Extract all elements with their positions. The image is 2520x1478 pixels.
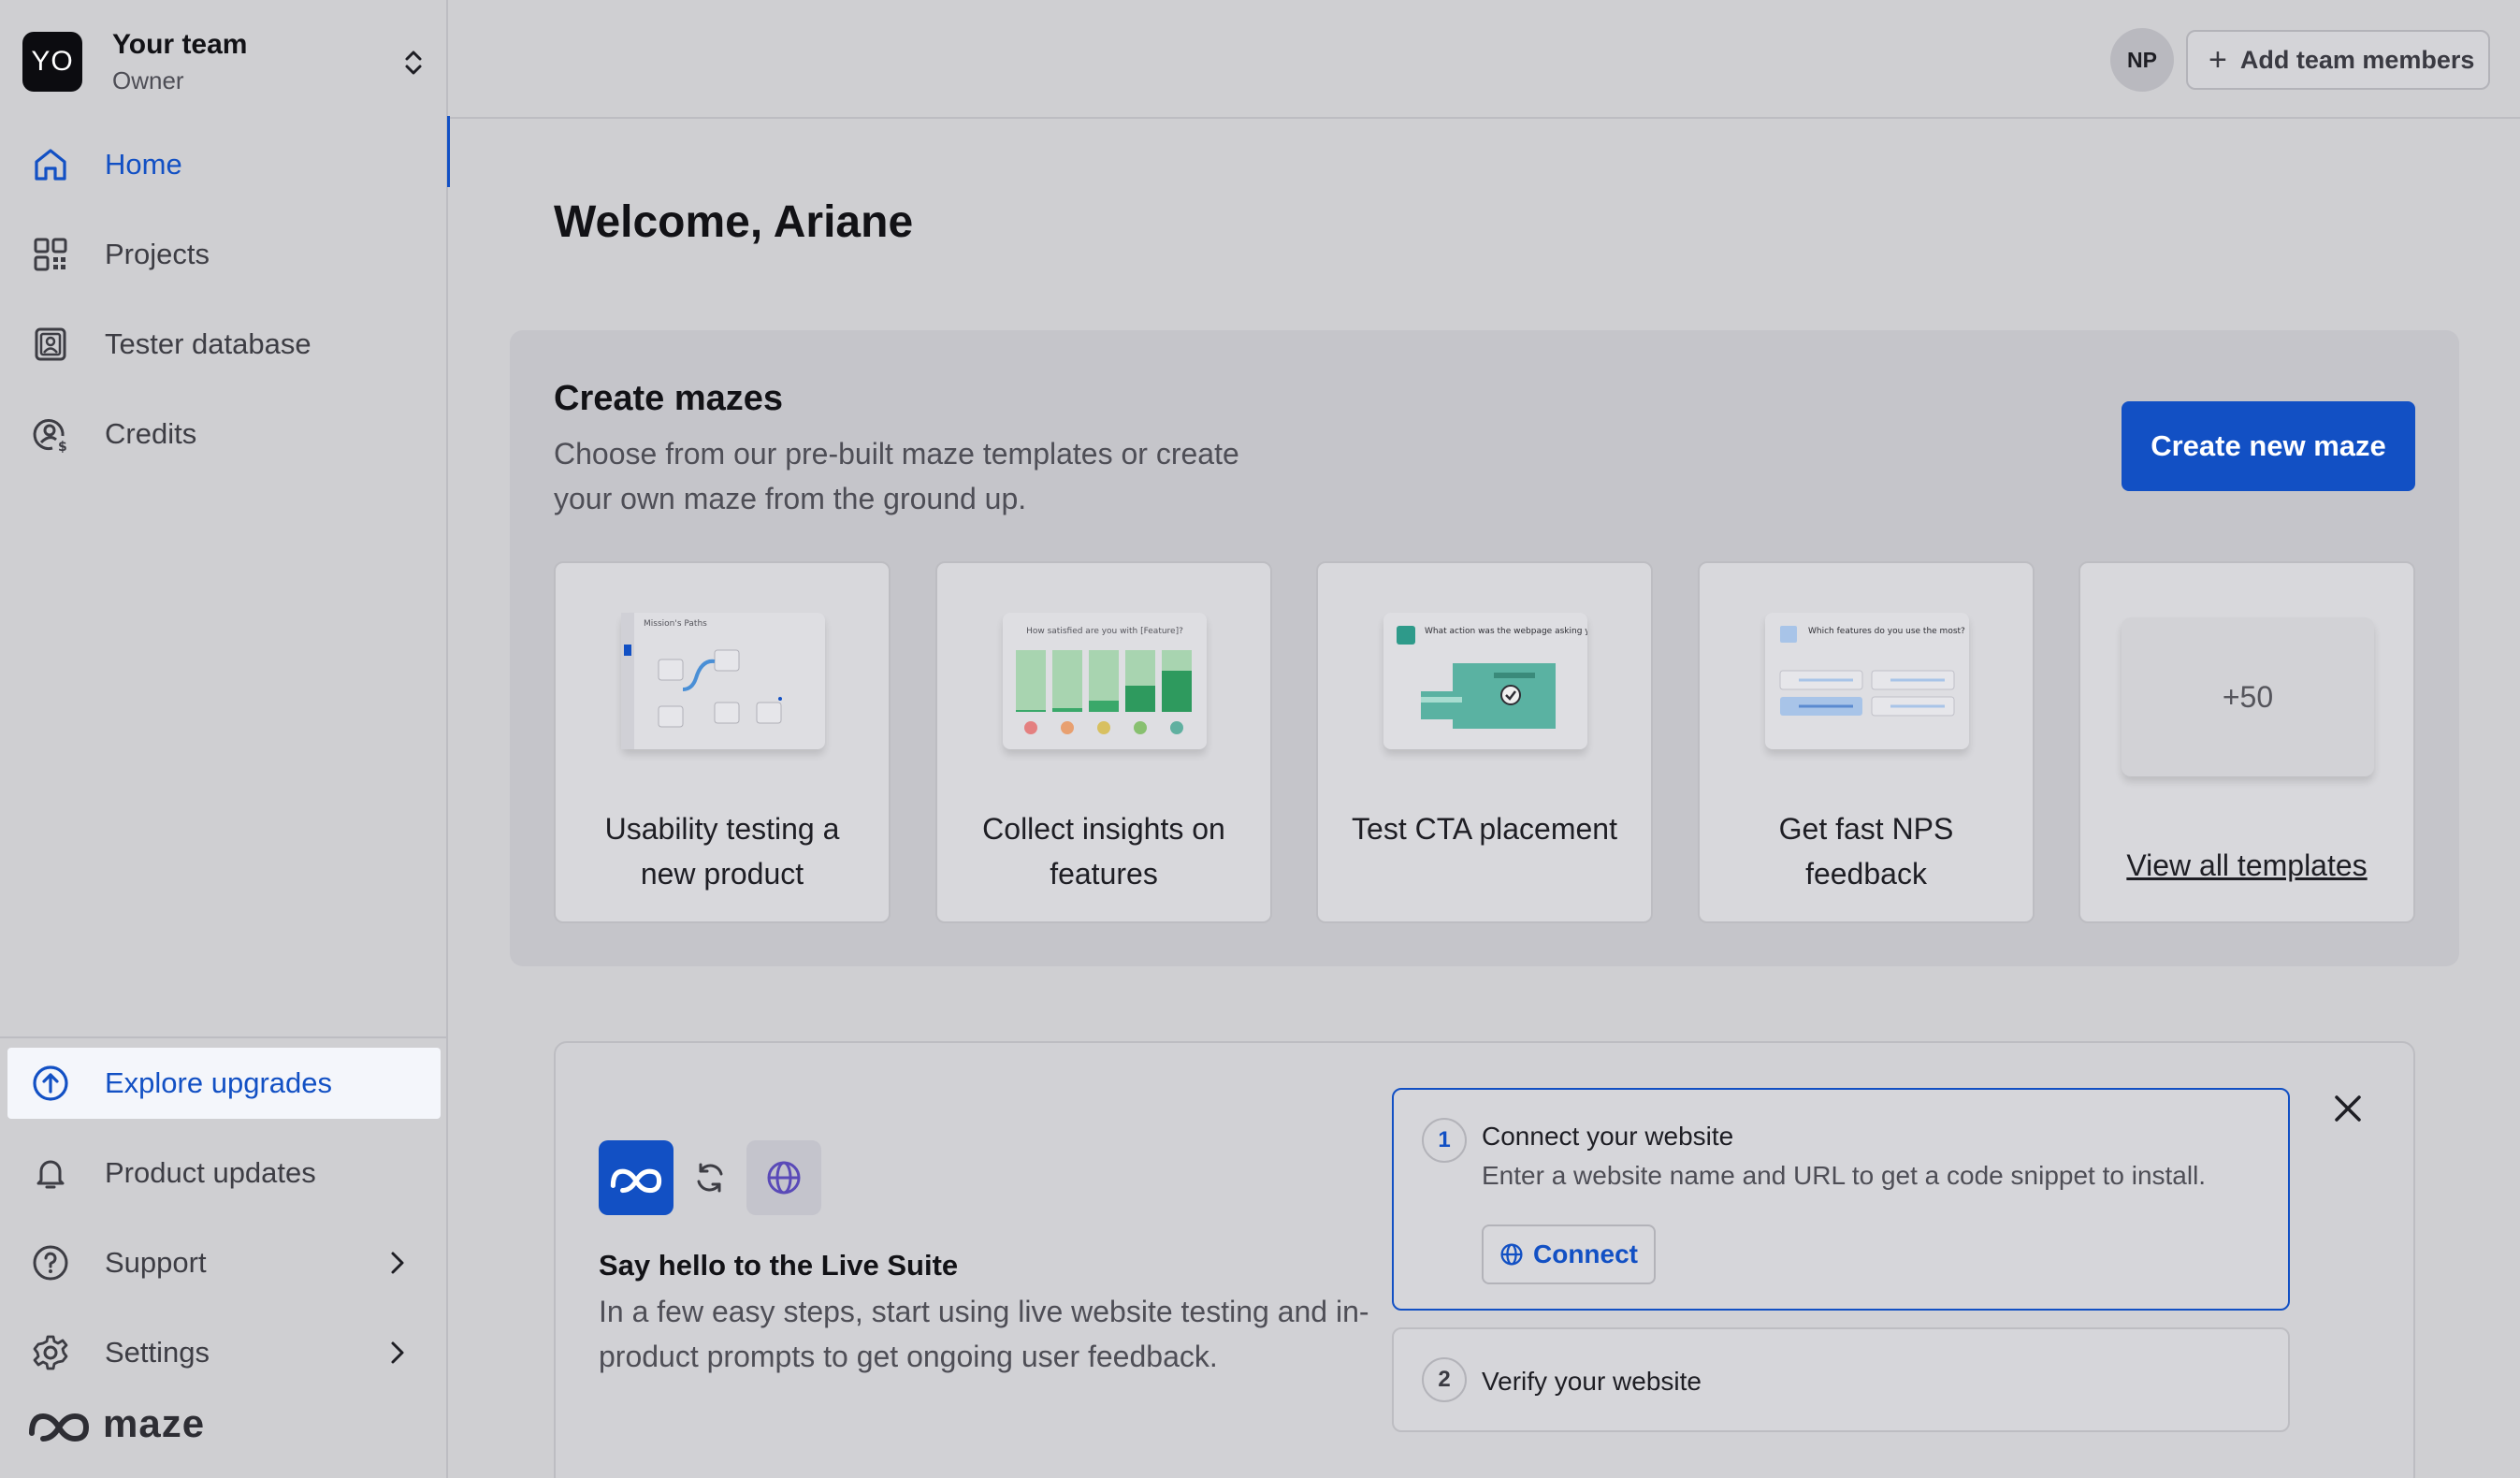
view-all-templates-card[interactable]: +50 View all templates <box>2078 561 2415 923</box>
sidebar: YO Your team Owner Home Projects Tester … <box>0 0 450 1478</box>
template-card[interactable]: Mission's Paths Usability testing a new … <box>554 561 891 923</box>
plus-icon: + <box>2209 41 2227 78</box>
brand-name: maze <box>103 1401 206 1445</box>
step-number: 2 <box>1422 1357 1467 1402</box>
live-suite-description: In a few easy steps, start using live we… <box>599 1295 1369 1373</box>
nav-label-credits: Credits <box>105 417 197 450</box>
live-suite-card: Say hello to the Live Suite In a few eas… <box>554 1041 2415 1478</box>
nav-item-explore-upgrades[interactable]: Explore upgrades <box>7 1048 441 1119</box>
maze-logo-icon <box>29 1413 90 1442</box>
thumb-text: Which features do you use the most? <box>1808 627 1965 636</box>
template-card[interactable]: What action was the webpage asking you t… <box>1316 561 1653 923</box>
live-suite-icons <box>599 1140 821 1215</box>
template-card[interactable]: Which features do you use the most? Get … <box>1698 561 2035 923</box>
view-all-templates-link[interactable]: View all templates <box>2080 848 2413 883</box>
svg-text:$: $ <box>58 440 67 453</box>
step-description: Enter a website name and URL to get a co… <box>1482 1161 2207 1190</box>
template-thumbnail: What action was the webpage asking you t… <box>1383 613 1637 749</box>
team-switcher[interactable]: YO Your team Owner <box>22 26 427 97</box>
chevron-up-down-icon[interactable] <box>400 47 427 79</box>
nav-item-support[interactable]: Support <box>7 1227 441 1298</box>
chevron-right-icon <box>391 1252 404 1274</box>
step-connect-website: 1 Connect your website Enter a website n… <box>1392 1088 2290 1311</box>
brand-logo: maze <box>28 1401 205 1446</box>
globe-icon <box>746 1140 821 1215</box>
template-label: Get fast NPS feedback <box>1778 812 1954 891</box>
template-label: Usability testing a new product <box>604 812 840 891</box>
step-number: 1 <box>1422 1118 1467 1163</box>
connect-label: Connect <box>1533 1239 1638 1268</box>
arrow-up-circle-icon <box>33 1065 68 1101</box>
step-verify-website[interactable]: 2 Verify your website <box>1392 1327 2290 1432</box>
nav-item-settings[interactable]: Settings <box>7 1317 441 1388</box>
nav-label-product-updates: Product updates <box>105 1156 316 1189</box>
template-thumbnail: Mission's Paths <box>621 613 825 749</box>
team-name: Your team <box>112 28 248 60</box>
create-mazes-description: Choose from our pre-built maze templates… <box>554 437 1239 515</box>
globe-icon <box>1500 1243 1523 1266</box>
user-avatar[interactable]: NP <box>2110 28 2174 92</box>
thumb-text: What action was the webpage asking you t… <box>1425 627 1587 636</box>
nav-item-tester-database[interactable]: Tester database <box>7 309 441 380</box>
nav-label-support: Support <box>105 1246 207 1279</box>
nav-item-credits[interactable]: $ Credits <box>7 398 441 470</box>
question-circle-icon <box>33 1245 68 1281</box>
thumb-text: Mission's Paths <box>644 619 707 629</box>
team-avatar: YO <box>22 32 82 92</box>
step-title: Connect your website <box>1482 1122 1734 1151</box>
nav-label-settings: Settings <box>105 1336 210 1369</box>
add-team-members-button[interactable]: + Add team members <box>2186 30 2490 90</box>
nav-label-projects: Projects <box>105 238 210 270</box>
template-card[interactable]: How satisfied are you with [Feature]? Co… <box>935 561 1272 923</box>
nav-item-product-updates[interactable]: Product updates <box>7 1137 441 1209</box>
add-team-members-label: Add team members <box>2239 45 2475 74</box>
template-thumbnail: Which features do you use the most? <box>1765 613 1969 749</box>
team-role: Owner <box>112 65 184 94</box>
primary-nav: Home Projects Tester database $ Credits <box>0 116 450 488</box>
template-label: Test CTA placement <box>1352 812 1617 846</box>
close-icon[interactable] <box>2331 1092 2365 1125</box>
create-mazes-title: Create mazes <box>554 379 784 418</box>
gear-icon <box>33 1335 68 1370</box>
nav-item-projects[interactable]: Projects <box>7 219 441 290</box>
nav-item-home[interactable]: Home <box>7 116 450 200</box>
template-thumbnail: How satisfied are you with [Feature]? <box>1003 613 1207 749</box>
bell-icon <box>36 1160 65 1189</box>
home-icon <box>35 149 66 181</box>
chevron-right-icon <box>391 1341 404 1364</box>
step-title: Verify your website <box>1482 1367 1702 1396</box>
nav-label-explore-upgrades: Explore upgrades <box>105 1066 332 1099</box>
create-mazes-panel: Create mazes Choose from our pre-built m… <box>510 330 2459 966</box>
nav-label-tester-database: Tester database <box>105 327 311 360</box>
refresh-icon <box>685 1152 735 1203</box>
connect-button[interactable]: Connect <box>1482 1224 1656 1284</box>
credits-icon: $ <box>33 419 67 453</box>
thumb-text: How satisfied are you with [Feature]? <box>1026 627 1183 636</box>
contacts-icon <box>35 327 66 361</box>
grid-icon <box>34 238 67 271</box>
create-new-maze-button[interactable]: Create new maze <box>2122 401 2415 491</box>
page-title: Welcome, Ariane <box>554 197 914 247</box>
more-templates-count: +50 <box>2122 617 2374 776</box>
template-label: Collect insights on features <box>982 812 1225 891</box>
nav-label-home: Home <box>105 148 182 181</box>
secondary-nav: Explore upgrades Product updates Support <box>0 1036 448 1407</box>
maze-logo-icon <box>599 1140 673 1215</box>
live-suite-title: Say hello to the Live Suite <box>599 1249 959 1282</box>
